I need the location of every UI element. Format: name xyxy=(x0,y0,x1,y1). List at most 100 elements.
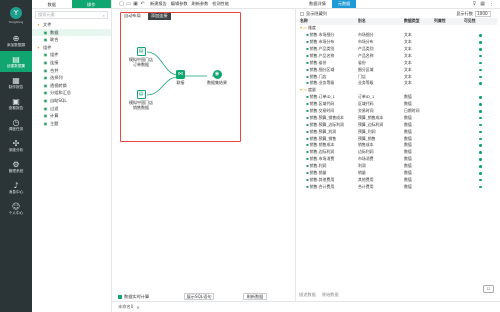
doc-tab[interactable]: 未命名0 xyxy=(118,304,133,310)
visible-toggle[interactable] xyxy=(479,61,482,65)
table-row[interactable]: ▪销售.订单ID_1 订单ID_1 数值 xyxy=(299,94,497,101)
refresh-data-button[interactable]: 刷新数据 xyxy=(243,293,267,300)
table-row[interactable]: ▪销售.门店 门店 文本 xyxy=(299,73,497,80)
tree-item[interactable]: ▣ 过滤 xyxy=(32,105,111,113)
visible-toggle[interactable] xyxy=(479,96,482,99)
tab-operations[interactable]: 操作 xyxy=(71,0,111,8)
group-row[interactable]: ▾ ▭ 度量 xyxy=(299,87,497,94)
table-row[interactable]: ▪销售.预算_销售成本 预算_销售成本 数值 xyxy=(299,114,497,121)
tree-item[interactable]: ▣ 主题 xyxy=(32,120,111,128)
table-row[interactable]: ▪销售.预算_边际利润 预算_边际利润 数值 xyxy=(299,121,497,128)
col-alias[interactable]: 别名 xyxy=(357,18,403,25)
visible-toggle[interactable] xyxy=(479,123,482,127)
tree-item[interactable]: ▣ 计算 xyxy=(32,112,111,120)
table-row[interactable]: ▪销售.市场分布 市场分布 文本 xyxy=(299,39,497,46)
footer-tab-raw[interactable]: 原始数据 xyxy=(322,292,339,298)
tree-item[interactable]: ▣ 合并 xyxy=(32,67,111,75)
nav-item-8[interactable]: ☺ 个人中心 xyxy=(0,198,32,219)
tree-item[interactable]: ▣ 选择列 xyxy=(32,74,111,82)
nav-item-6[interactable]: ⚙ 管理系统 xyxy=(0,156,32,177)
element-search[interactable]: 搜索元素 ⌕ xyxy=(35,11,108,19)
table-row[interactable]: ▪销售.区域代码 区域代码 数值 xyxy=(299,101,497,108)
close-icon[interactable]: × xyxy=(136,305,140,310)
visible-toggle[interactable] xyxy=(479,48,482,51)
visible-toggle[interactable] xyxy=(479,130,482,134)
nav-item-5[interactable]: ✣ 深度分析 xyxy=(0,135,32,156)
visible-toggle[interactable] xyxy=(479,34,482,37)
tree-item[interactable]: ▣ 数据 xyxy=(32,28,111,37)
table-row[interactable]: ▪销售.产品类别 产品类别 文本 xyxy=(299,46,497,53)
tree-item[interactable]: ▣ 自助SQL xyxy=(32,97,111,105)
design-canvas[interactable]: 自动布局 添加连接 ▤ 模拟中国门店 订单数据 ▤ 模拟中国门店 销售数据 ⋈ … xyxy=(112,9,296,301)
visible-toggle[interactable] xyxy=(479,41,482,44)
more-icon[interactable]: ⋮ xyxy=(489,1,494,7)
visible-toggle[interactable] xyxy=(479,165,482,168)
tab-data[interactable]: 数据 xyxy=(32,0,72,8)
table-row[interactable]: ▪销售.业务等级 业务等级 文本 xyxy=(299,80,497,87)
col-name[interactable]: 名称 xyxy=(299,18,357,25)
footer-tab-describe[interactable]: 描述数据 xyxy=(299,292,316,298)
show-hidden-checkbox[interactable] xyxy=(300,11,304,16)
nav-item-0[interactable]: ⊕ 添加数据源 xyxy=(0,30,32,51)
group-row[interactable]: ▾ ▭ 维度 xyxy=(299,25,497,32)
table-row[interactable]: ▪销售.边际利润 边际利润 数值 xyxy=(299,149,497,156)
grid-icon[interactable]: ▦ xyxy=(480,1,485,7)
nav-item-3[interactable]: ▣ 查看报告 xyxy=(0,93,32,114)
visible-toggle[interactable] xyxy=(479,68,482,72)
realtime-checkbox[interactable] xyxy=(118,294,122,299)
tree-item[interactable]: ▣ 透视转换 xyxy=(32,82,111,90)
show-sql-button[interactable]: 展示SQL语句 xyxy=(184,293,214,300)
save-icon[interactable]: ▣ xyxy=(132,1,139,7)
tree-item[interactable]: ▣ 组件 xyxy=(32,51,111,59)
tree-item[interactable]: ▣ 联合 xyxy=(32,36,111,44)
visible-toggle[interactable] xyxy=(479,144,482,147)
table-row[interactable]: ▪销售.市场细分 市场细分 文本 xyxy=(299,32,497,39)
search-icon[interactable]: ⌕ xyxy=(103,13,105,18)
table-row[interactable]: ▪销售.销量 销量 数值 xyxy=(299,170,497,177)
rows-input[interactable]: 1000 xyxy=(475,10,491,17)
table-row[interactable]: ▪销售.其他费用 其他费用 数值 xyxy=(299,176,497,183)
edit-params-button[interactable]: 编辑参数 xyxy=(171,1,188,7)
nav-item-2[interactable]: ▦ 制作报告 xyxy=(0,72,32,93)
tab-data-detail[interactable]: 数据详情 xyxy=(303,0,332,8)
visible-toggle[interactable] xyxy=(479,137,482,141)
nav-item-4[interactable]: ◷ 调度任务 xyxy=(0,114,32,135)
undo-icon[interactable]: ↶ xyxy=(139,1,146,7)
table-row[interactable]: ▪销售.预算_销售 预算_销售 数值 xyxy=(299,135,497,142)
nav-item-1[interactable]: ▤ 创建数据集 xyxy=(0,51,32,72)
visible-toggle[interactable] xyxy=(479,75,482,79)
nav-item-7[interactable]: ♪ 消息中心 xyxy=(0,177,32,198)
visible-toggle[interactable] xyxy=(479,185,482,189)
new-icon[interactable]: ▢ xyxy=(118,1,125,7)
check-performance-button[interactable]: 检测性能 xyxy=(212,1,229,7)
table-row[interactable]: ▪销售.利润 利润 数值 xyxy=(299,163,497,170)
join-node[interactable]: ⋈ 联接 xyxy=(176,70,185,85)
visible-toggle[interactable] xyxy=(479,103,482,106)
visible-toggle[interactable] xyxy=(479,116,482,120)
col-type[interactable]: 数据类型 xyxy=(403,18,433,25)
table-row[interactable]: ▪销售.市场消费 市场消费 数值 xyxy=(299,156,497,163)
col-visible[interactable]: 可见性 xyxy=(463,18,497,25)
table-row[interactable]: ▪销售.预算_利润 预算_利润 数值 xyxy=(299,128,497,135)
tree-folder[interactable]: ▾ 文件 xyxy=(32,21,111,29)
visible-toggle[interactable] xyxy=(479,54,482,58)
result-node[interactable]: ◉ 数据集结果 xyxy=(207,70,227,85)
visible-toggle[interactable] xyxy=(479,82,482,85)
table-row[interactable]: ▪销售.省份 省份 文本 xyxy=(299,59,497,66)
visible-toggle[interactable] xyxy=(479,172,482,175)
table-row[interactable]: ▪销售.细分区域 细分区域 文本 xyxy=(299,66,497,73)
col-attr[interactable]: 列属性 xyxy=(433,18,463,25)
tree-item[interactable]: ▣ 分组和汇总 xyxy=(32,89,111,97)
table-row[interactable]: ▪销售.销售成本 销售成本 数值 xyxy=(299,142,497,149)
visible-toggle[interactable] xyxy=(479,110,482,113)
refresh-params-button[interactable]: 刷新参数 xyxy=(192,1,209,7)
search-input[interactable]: 搜索元素 xyxy=(38,12,103,18)
tree-item[interactable]: ▣ 连接 xyxy=(32,59,111,67)
tree-folder[interactable]: ▾ 组件 xyxy=(32,44,111,52)
visible-toggle[interactable] xyxy=(479,158,482,161)
visible-toggle[interactable] xyxy=(479,151,482,154)
new-report-button[interactable]: 新建报告 xyxy=(150,1,167,7)
table-row[interactable]: ▪销售.交易时间 交易时间 日期时间 xyxy=(299,108,497,115)
visible-toggle[interactable] xyxy=(479,178,482,182)
source-node-sales[interactable]: ▤ 模拟中国门店 销售数据 xyxy=(129,90,153,110)
